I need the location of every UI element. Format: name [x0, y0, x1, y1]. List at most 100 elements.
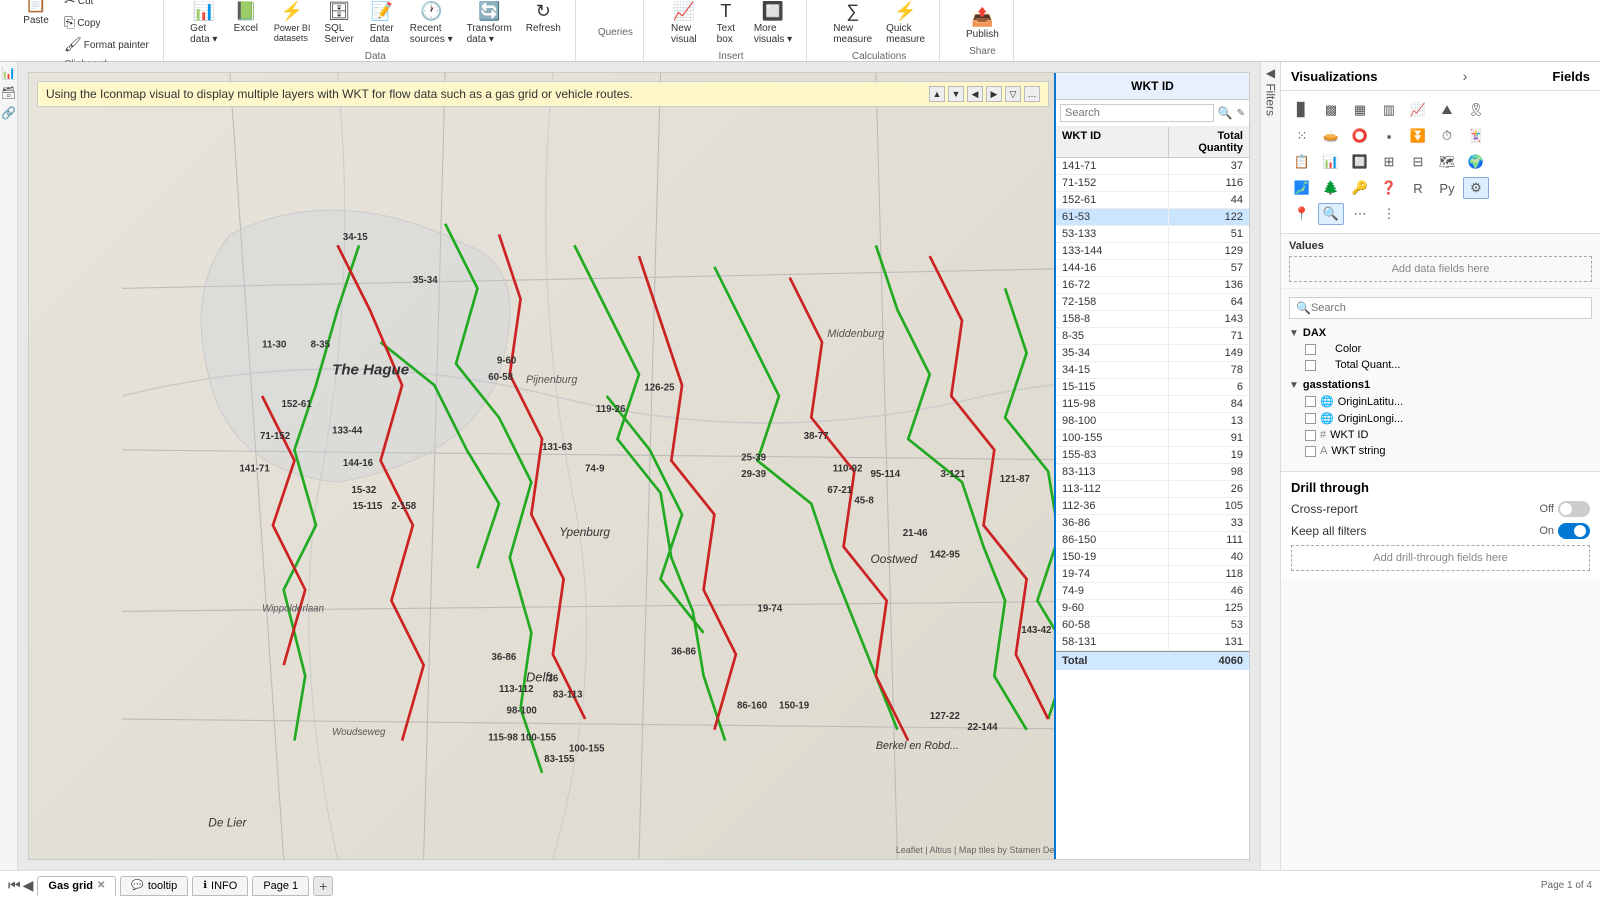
viz-matrix-icon[interactable]: ⊟	[1405, 151, 1431, 173]
wkt-row[interactable]: 15-1156	[1056, 379, 1249, 396]
viz-card-icon[interactable]: 🃏	[1463, 125, 1489, 147]
wkt-row[interactable]: 8-3571	[1056, 328, 1249, 345]
viz-multi-row-card-icon[interactable]: 📋	[1289, 151, 1315, 173]
map-ctrl-filter[interactable]: ▽	[1005, 86, 1021, 102]
wkt-row[interactable]: 35-34149	[1056, 345, 1249, 362]
origin-lat-checkbox[interactable]	[1305, 396, 1316, 407]
excel-button[interactable]: 📗 Excel	[228, 0, 264, 47]
nav-prev[interactable]: ◀	[23, 877, 34, 894]
filters-toggle-icon[interactable]: ◀ Filters	[1264, 66, 1278, 116]
wkt-row[interactable]: 155-8319	[1056, 447, 1249, 464]
wkt-row[interactable]: 74-946	[1056, 583, 1249, 600]
wkt-row[interactable]: 71-152116	[1056, 175, 1249, 192]
wkt-row[interactable]: 152-6144	[1056, 192, 1249, 209]
viz-panel-collapse[interactable]: ›	[1463, 68, 1468, 84]
viz-stacked-bar-icon[interactable]: ▩	[1318, 99, 1344, 121]
refresh-button[interactable]: ↻ Refresh	[522, 0, 565, 47]
total-quant-checkbox[interactable]	[1305, 360, 1316, 371]
more-visuals-button[interactable]: 🔲 Morevisuals ▾	[750, 0, 796, 47]
viz-r-visual-icon[interactable]: R	[1405, 177, 1431, 199]
quick-measure-button[interactable]: ⚡ Quickmeasure	[882, 0, 929, 47]
map-ctrl-more[interactable]: …	[1024, 86, 1040, 102]
viz-decomp-tree-icon[interactable]: 🌲	[1318, 177, 1344, 199]
map-ctrl-up[interactable]: ▲	[929, 86, 945, 102]
report-view-icon[interactable]: 📊	[1, 66, 16, 80]
fields-group-dax-header[interactable]: ▼ DAX	[1289, 325, 1592, 341]
recent-sources-button[interactable]: 🕐 Recentsources ▾	[406, 0, 457, 47]
fields-item-origin-lat[interactable]: 🌐 OriginLatitu...	[1289, 393, 1592, 410]
new-visual-button[interactable]: 📈 Newvisual	[666, 0, 702, 47]
tab-gas-grid[interactable]: Gas grid ✕	[37, 876, 116, 896]
wkt-row[interactable]: 16-72136	[1056, 277, 1249, 294]
viz-donut-icon[interactable]: ⭕	[1347, 125, 1373, 147]
viz-custom2-icon[interactable]: 📍	[1289, 203, 1315, 225]
tab-tooltip[interactable]: 💬 tooltip	[120, 876, 188, 896]
viz-ribbon-chart-icon[interactable]: 🎗	[1463, 99, 1489, 121]
viz-table-icon[interactable]: ⊞	[1376, 151, 1402, 173]
viz-line-chart-icon[interactable]: 📈	[1405, 99, 1431, 121]
viz-custom1-icon[interactable]: ⚙	[1463, 177, 1489, 199]
add-data-fields-placeholder[interactable]: Add data fields here	[1289, 256, 1592, 282]
wkt-row[interactable]: 60-5853	[1056, 617, 1249, 634]
format-painter-button[interactable]: 🖌 Format painter	[60, 35, 153, 55]
fields-item-origin-long[interactable]: 🌐 OriginLongi...	[1289, 410, 1592, 427]
viz-filled-map-icon[interactable]: 🌍	[1463, 151, 1489, 173]
fields-item-color[interactable]: Color	[1289, 341, 1592, 357]
text-box-button[interactable]: T Textbox	[708, 0, 744, 47]
wkt-row[interactable]: 83-11398	[1056, 464, 1249, 481]
copy-button[interactable]: ⎘ Copy	[60, 13, 153, 33]
color-checkbox[interactable]	[1305, 344, 1316, 355]
nav-first[interactable]: ⏮	[8, 877, 21, 894]
fields-item-total-quant[interactable]: Total Quant...	[1289, 357, 1592, 373]
transform-data-button[interactable]: 🔄 Transformdata ▾	[463, 0, 516, 47]
map-ctrl-right[interactable]: ▶	[986, 86, 1002, 102]
viz-treemap-icon[interactable]: ▪	[1376, 125, 1402, 147]
paste-button[interactable]: 📋 Paste	[18, 0, 54, 55]
map-ctrl-left[interactable]: ◀	[967, 86, 983, 102]
publish-button[interactable]: 📤 Publish	[962, 5, 1003, 42]
wkt-row[interactable]: 141-7137	[1056, 158, 1249, 175]
wkt-row[interactable]: 150-1940	[1056, 549, 1249, 566]
wkt-row[interactable]: 53-13351	[1056, 226, 1249, 243]
viz-qa-icon[interactable]: ❓	[1376, 177, 1402, 199]
viz-key-influencers-icon[interactable]: 🔑	[1347, 177, 1373, 199]
tab-gas-grid-close[interactable]: ✕	[97, 880, 105, 891]
sql-button[interactable]: 🗄 SQLServer	[320, 0, 357, 47]
wkt-search-clear-icon[interactable]: ✎	[1237, 108, 1245, 119]
tab-page-1[interactable]: Page 1	[252, 876, 309, 896]
add-drill-fields-placeholder[interactable]: Add drill-through fields here	[1291, 545, 1590, 571]
enter-data-button[interactable]: 📝 Enterdata	[364, 0, 400, 47]
wkt-search-input[interactable]	[1060, 104, 1214, 122]
new-measure-button[interactable]: ∑ Newmeasure	[829, 0, 876, 47]
wkt-row[interactable]: 72-15864	[1056, 294, 1249, 311]
cut-button[interactable]: ✂ Cut	[60, 0, 153, 11]
viz-area-chart-icon[interactable]: ⛰	[1434, 99, 1460, 121]
fields-item-wkt-string[interactable]: A WKT string	[1289, 443, 1592, 459]
tab-info[interactable]: ℹ INFO	[192, 876, 248, 896]
wkt-row[interactable]: 113-11226	[1056, 481, 1249, 498]
viz-slicer-icon[interactable]: 🔲	[1347, 151, 1373, 173]
wkt-row[interactable]: 9-60125	[1056, 600, 1249, 617]
wkt-row[interactable]: 58-131131	[1056, 634, 1249, 651]
fields-group-gasstations-header[interactable]: ▼ gasstations1	[1289, 377, 1592, 393]
wkt-row[interactable]: 98-10013	[1056, 413, 1249, 430]
wkt-row[interactable]: 115-9884	[1056, 396, 1249, 413]
viz-kpi-icon[interactable]: 📊	[1318, 151, 1344, 173]
viz-pie-icon[interactable]: 🥧	[1318, 125, 1344, 147]
viz-custom3-icon[interactable]: 🔍	[1318, 203, 1344, 225]
data-view-icon[interactable]: 🗃	[1, 86, 16, 100]
viz-azure-map-icon[interactable]: 🗾	[1289, 177, 1315, 199]
fields-search-input[interactable]	[1311, 302, 1585, 314]
wkt-row[interactable]: 34-1578	[1056, 362, 1249, 379]
viz-bar-chart-icon[interactable]: ▊	[1289, 99, 1315, 121]
viz-custom5-icon[interactable]: ⋮	[1376, 203, 1402, 225]
wkt-row[interactable]: 19-74118	[1056, 566, 1249, 583]
viz-clustered-bar-icon[interactable]: ▦	[1347, 99, 1373, 121]
viz-gauge-icon[interactable]: ⏱	[1434, 125, 1460, 147]
wkt-row[interactable]: 86-150111	[1056, 532, 1249, 549]
viz-funnel-icon[interactable]: ⏬	[1405, 125, 1431, 147]
wkt-row[interactable]: 133-144129	[1056, 243, 1249, 260]
fields-item-wkt-id[interactable]: # WKT ID	[1289, 427, 1592, 443]
wkt-id-checkbox[interactable]	[1305, 430, 1316, 441]
viz-map-icon[interactable]: 🗺	[1434, 151, 1460, 173]
